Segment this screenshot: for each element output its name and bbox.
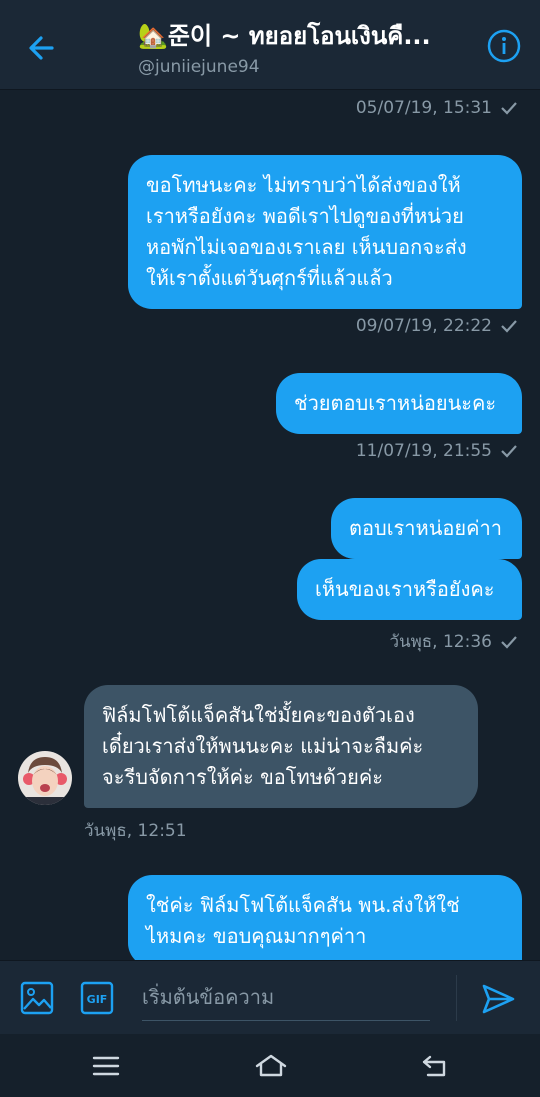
message-timestamp: วันพุธ, 12:36 xyxy=(389,628,518,655)
timestamp-text: วันพุธ, 12:36 xyxy=(389,632,492,652)
timestamp-text: 05/07/19, 15:31 xyxy=(355,98,492,118)
message-text: ช่วยตอบเราหน่อยนะคะ xyxy=(294,391,497,415)
message-line: ให้เราตั้งแต่วันศุกร์ที่แล้วแล้ว xyxy=(146,266,393,290)
message-timestamp: 05/07/19, 15:31 xyxy=(356,98,518,118)
message-line: เดี๋ยวเราส่งให้พนนะคะ แม่น่าจะลืมค่ะ xyxy=(102,734,424,758)
image-icon[interactable] xyxy=(20,981,54,1015)
gif-icon[interactable]: GIF xyxy=(80,981,114,1015)
system-navigation-bar xyxy=(0,1034,540,1097)
info-icon[interactable] xyxy=(486,28,522,64)
timestamp-text: วันพุธ, 12:51 xyxy=(84,821,187,841)
send-icon[interactable] xyxy=(480,981,516,1017)
arrow-left-icon[interactable] xyxy=(22,28,62,68)
sent-message-bubble[interactable]: เห็นของเราหรือยังคะ xyxy=(297,559,522,620)
back-icon[interactable] xyxy=(420,1052,450,1080)
menu-icon[interactable] xyxy=(91,1052,121,1080)
message-line: หอพักไม่เจอของเราเลย เห็นบอกจะส่ง xyxy=(146,235,467,259)
sent-message-bubble[interactable]: ช่วยตอบเราหน่อยนะคะ xyxy=(276,373,522,434)
timestamp-text: 11/07/19, 21:55 xyxy=(355,441,492,461)
avatar[interactable] xyxy=(18,751,72,805)
received-message-bubble[interactable]: ฟิล์มโฟโต้แจ็คสันใช่มั้ยคะของตัวเอง เดี๋… xyxy=(84,685,478,808)
message-line: ขอโทษนะคะ ไม่ทราบว่าได้ส่งของให้ xyxy=(146,173,461,197)
sent-check-icon xyxy=(501,320,517,333)
sent-message-bubble[interactable]: ตอบเราหน่อยค่าา xyxy=(331,498,522,559)
conversation-title-area[interactable]: 🏡준이 ~ ทยอยโอนเงินคื... @juniiejune94 xyxy=(138,16,468,77)
message-line: ฟิล์มโฟโต้แจ็คสันใช่มั้ยคะของตัวเอง xyxy=(102,703,415,727)
message-text: ตอบเราหน่อยค่าา xyxy=(349,516,502,540)
timestamp-text: 09/07/19, 22:22 xyxy=(355,316,492,336)
message-line: เราหรือยังคะ พอดีเราไปดูของที่หน่วย xyxy=(146,204,464,228)
composer-divider xyxy=(456,975,457,1021)
avatar-image xyxy=(18,751,72,805)
conversation-title: 🏡준이 ~ ทยอยโอนเงินคื... xyxy=(138,22,431,50)
sent-check-icon xyxy=(501,635,517,649)
message-input[interactable]: เริ่มต้นข้อความ xyxy=(142,975,430,1021)
message-line: จะรีบจัดการให้ค่ะ ขอโทษด้วยค่ะ xyxy=(102,765,383,789)
message-timestamp: 09/07/19, 22:22 xyxy=(356,316,518,336)
message-timestamp: วันพุธ, 12:51 xyxy=(84,817,187,844)
sent-message-bubble[interactable]: ใช่ค่ะ ฟิล์มโฟโต้แจ็คสัน พน.ส่งให้ใช่ ไห… xyxy=(128,875,522,960)
message-thread[interactable]: 05/07/19, 15:31 ขอโทษนะคะ ไม่ทราบว่าได้ส… xyxy=(0,90,540,960)
message-text: เห็นของเราหรือยังคะ xyxy=(315,577,495,601)
message-line: ไหมคะ ขอบคุณมากๆค่าา xyxy=(146,924,367,948)
sent-check-icon xyxy=(501,445,517,458)
message-composer: GIF เริ่มต้นข้อความ xyxy=(0,960,540,1034)
conversation-handle: @juniiejune94 xyxy=(138,57,260,77)
sent-message-bubble[interactable]: ขอโทษนะคะ ไม่ทราบว่าได้ส่งของให้ เราหรือ… xyxy=(128,155,522,309)
gif-label: GIF xyxy=(87,993,108,1006)
sent-check-icon xyxy=(501,102,517,115)
conversation-header: 🏡준이 ~ ทยอยโอนเงินคื... @juniiejune94 xyxy=(0,0,540,90)
message-input-placeholder: เริ่มต้นข้อความ xyxy=(142,985,275,1009)
message-timestamp: 11/07/19, 21:55 xyxy=(356,441,518,461)
home-icon[interactable] xyxy=(254,1052,288,1080)
message-line: ใช่ค่ะ ฟิล์มโฟโต้แจ็คสัน พน.ส่งให้ใช่ xyxy=(146,893,460,917)
